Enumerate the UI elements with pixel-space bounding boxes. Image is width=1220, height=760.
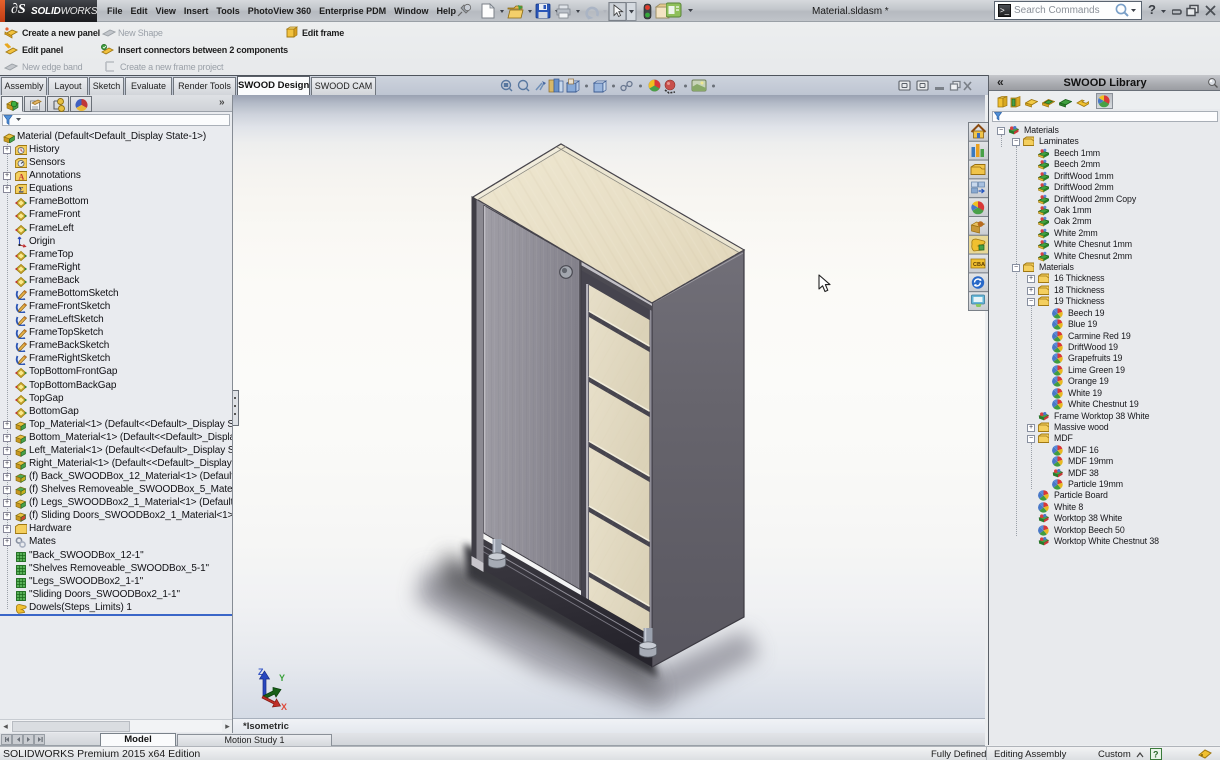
svg-text:A: A xyxy=(19,173,25,182)
svg-text:CBA: CBA xyxy=(973,262,985,268)
svg-text:?: ? xyxy=(1153,750,1159,760)
svg-text:X: X xyxy=(281,702,287,712)
svg-text:Σ: Σ xyxy=(19,186,24,195)
svg-text:Y: Y xyxy=(279,673,285,683)
